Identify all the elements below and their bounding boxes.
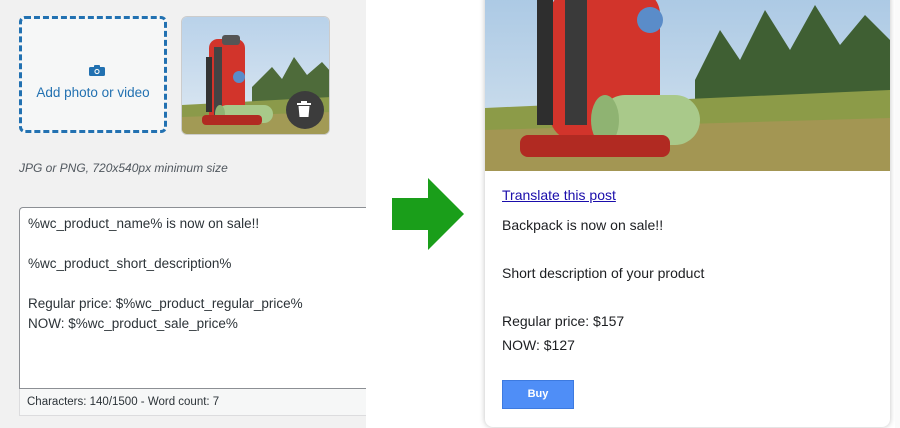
add-photo-video-label: Add photo or video xyxy=(36,85,150,100)
message-line: NOW: $%wc_product_sale_price% xyxy=(28,316,238,331)
preview-post-text: Backpack is now on sale!! Short descript… xyxy=(502,217,704,353)
message-line: %wc_product_name% is now on sale!! xyxy=(28,216,260,231)
buy-button[interactable]: Buy xyxy=(502,380,574,409)
image-requirements-hint: JPG or PNG, 720x540px minimum size xyxy=(19,161,228,175)
message-line xyxy=(28,234,358,254)
add-photo-video-button[interactable]: Add photo or video xyxy=(19,16,167,133)
arrow-right-icon xyxy=(392,178,464,250)
preview-line-regular-price: Regular price: $157 xyxy=(502,313,625,329)
preview-backpack-photo xyxy=(485,0,890,171)
message-line: Regular price: $%wc_product_regular_pric… xyxy=(28,296,303,311)
camera-icon xyxy=(89,65,105,76)
character-word-counter: Characters: 140/1500 - Word count: 7 xyxy=(19,389,366,416)
post-preview-card: Translate this post Backpack is now on s… xyxy=(485,0,890,427)
uploaded-image-thumbnail[interactable] xyxy=(181,16,330,135)
editor-panel: Add photo or video JPG or PNG, 720x540px… xyxy=(0,0,366,428)
preview-line-sale-price: NOW: $127 xyxy=(502,337,575,353)
trash-icon xyxy=(297,101,311,117)
translate-post-link[interactable]: Translate this post xyxy=(502,187,616,203)
post-message-textarea[interactable]: %wc_product_name% is now on sale!! %wc_pr… xyxy=(19,207,366,389)
message-line xyxy=(28,274,358,294)
delete-image-button[interactable] xyxy=(286,91,324,129)
message-line: %wc_product_short_description% xyxy=(28,256,232,271)
preview-line-description: Short description of your product xyxy=(502,265,705,281)
background-strip xyxy=(895,0,900,428)
preview-line-title: Backpack is now on sale!! xyxy=(502,217,664,233)
